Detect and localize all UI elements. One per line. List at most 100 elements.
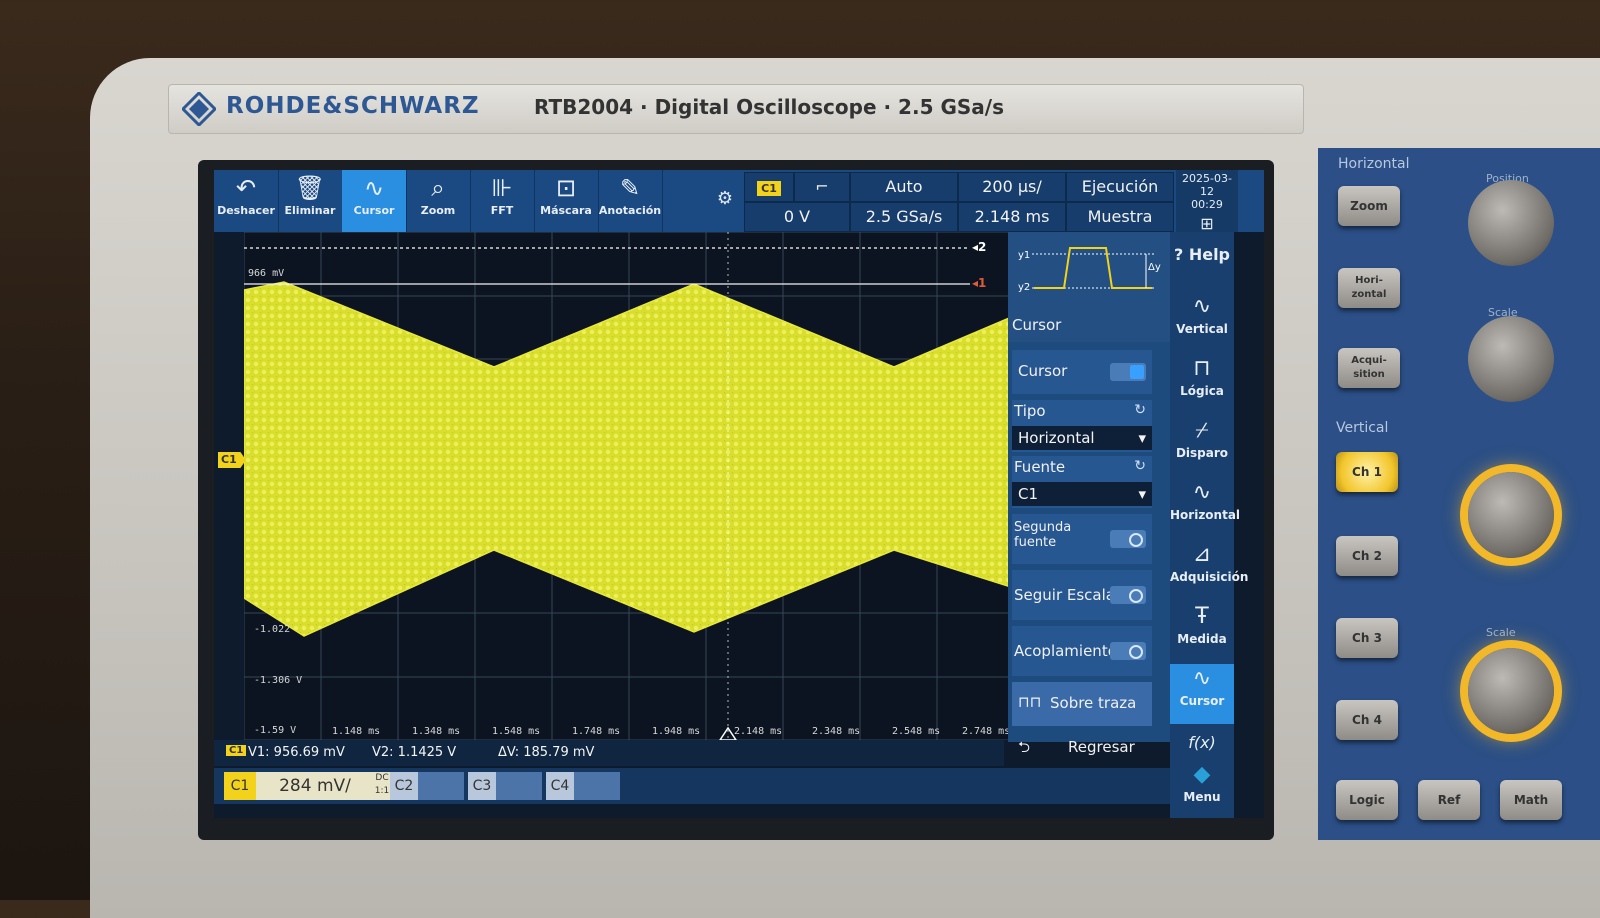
seguir-escala-toggle[interactable] xyxy=(1110,586,1146,604)
sobre-traza-button[interactable]: ⊓⊓ Sobre traza xyxy=(1012,682,1152,726)
fft-button[interactable]: ⊪ FFT xyxy=(470,170,535,232)
cursor-menu-button[interactable]: ∿ Cursor xyxy=(1170,664,1234,724)
acquisition-hw-button[interactable]: Acqui-sition xyxy=(1338,348,1400,388)
fuente-select[interactable]: C1 ▾ xyxy=(1012,482,1152,506)
brand-name: ROHDE&SCHWARZ xyxy=(226,93,480,119)
ch1-hw-button[interactable]: Ch 1 xyxy=(1336,452,1398,492)
vertical-menu-button[interactable]: ∿ Vertical xyxy=(1170,292,1234,352)
trash-icon: 🗑 xyxy=(294,174,326,202)
x-label: 2.348 ms xyxy=(812,726,861,737)
scope-screen: ↶ Deshacer 🗑 Eliminar ∿ Cursor ⌕ Zoom ⊪ … xyxy=(214,170,1264,818)
channel-1-scale[interactable]: 284 mV/ xyxy=(256,772,374,800)
timebase[interactable]: 200 µs/ xyxy=(958,172,1066,202)
horizontal-section-label: Horizontal xyxy=(1338,156,1410,172)
channel-1-button[interactable]: C1 xyxy=(224,772,256,800)
seguir-escala-row[interactable]: Seguir Escala xyxy=(1012,570,1152,620)
channel-1-offset-marker[interactable]: C1 xyxy=(218,452,246,468)
math-hw-button[interactable]: Math xyxy=(1500,780,1562,820)
cursor-2-label: ◂2 xyxy=(972,240,987,254)
measure-menu-button[interactable]: Ŧ Medida xyxy=(1170,602,1234,662)
trigger-slope[interactable]: ⌐ xyxy=(794,172,850,202)
y-label-cursor: 966 mV xyxy=(248,268,285,279)
reset-icon[interactable]: ↻ xyxy=(1134,402,1146,418)
network-icon: ⊞ xyxy=(1200,214,1214,233)
diagram-y1-label: y1 xyxy=(1018,250,1031,261)
logic-menu-button[interactable]: ⊓ Lógica xyxy=(1170,354,1234,414)
spectrum-icon: ⊪ xyxy=(491,174,513,202)
horizontal-scale-knob[interactable] xyxy=(1468,316,1554,402)
acoplamiento-row[interactable]: Acoplamiento xyxy=(1012,626,1152,676)
channel-4-button[interactable]: C4 xyxy=(546,772,574,800)
ch2-hw-button[interactable]: Ch 2 xyxy=(1336,536,1398,576)
cursor-v2: V2: 1.1425 V xyxy=(372,745,457,760)
vertical-scale-knob-label: Scale xyxy=(1486,626,1516,639)
channel-2-slot[interactable] xyxy=(418,772,464,800)
undo-button[interactable]: ↶ Deshacer xyxy=(214,170,279,232)
math-menu-button[interactable]: f(x) xyxy=(1170,728,1234,758)
ref-hw-button[interactable]: Ref xyxy=(1418,780,1480,820)
ch3-hw-button[interactable]: Ch 3 xyxy=(1336,618,1398,658)
fuente-row: Fuente ↻ C1 ▾ xyxy=(1012,456,1152,508)
acquisition-menu-button[interactable]: ⊿ Adquisición xyxy=(1170,540,1248,600)
model-name: RTB2004 · Digital Oscilloscope · 2.5 GSa… xyxy=(534,95,1004,119)
x-label: 1.548 ms xyxy=(492,726,541,737)
delete-button[interactable]: 🗑 Eliminar xyxy=(278,170,343,232)
cursor-tool-button[interactable]: ∿ Cursor xyxy=(342,170,407,232)
ch4-hw-button[interactable]: Ch 4 xyxy=(1336,700,1398,740)
signal-envelope xyxy=(244,281,1014,637)
time: 00:29 xyxy=(1191,198,1223,211)
cursor-toggle[interactable] xyxy=(1110,363,1146,381)
help-button[interactable]: ? Help xyxy=(1170,240,1234,290)
run-state[interactable]: Ejecución xyxy=(1066,172,1174,202)
zoom-button[interactable]: ⌕ Zoom xyxy=(406,170,471,232)
acquisition-mode[interactable]: Muestra xyxy=(1066,202,1174,232)
channel-3-slot[interactable] xyxy=(496,772,542,800)
cursor-toggle-row[interactable]: Cursor xyxy=(1012,350,1152,394)
channel-2-button[interactable]: C2 xyxy=(390,772,418,800)
channel-3-button[interactable]: C3 xyxy=(468,772,496,800)
y-label: -1.59 V xyxy=(254,725,297,736)
undo-icon: ↶ xyxy=(235,174,257,202)
segunda-fuente-row[interactable]: Segunda fuente xyxy=(1012,514,1152,564)
trigger-source[interactable]: C1 xyxy=(744,172,794,202)
trigger-mode[interactable]: Auto xyxy=(850,172,958,202)
pencil-icon: ✎ xyxy=(619,174,641,202)
date: 2025-03-12 xyxy=(1182,172,1232,198)
control-panel: Horizontal Position Scale Zoom Hori-zont… xyxy=(1318,148,1600,840)
horizontal-menu-button[interactable]: ∿ Horizontal xyxy=(1170,478,1240,538)
toolbar: ↶ Deshacer 🗑 Eliminar ∿ Cursor ⌕ Zoom ⊪ … xyxy=(214,170,1264,232)
regresar-button[interactable]: ⮌ Regresar xyxy=(1008,730,1170,764)
pulse-icon: ⊓⊓ xyxy=(1018,693,1042,711)
cursor-diagram: y1 y2 Δy Cursor xyxy=(1008,232,1170,342)
position-knob[interactable] xyxy=(1468,180,1554,266)
main-menu-button[interactable]: ◆ Menu xyxy=(1170,760,1234,818)
gear-icon[interactable]: ⚙ xyxy=(712,188,738,214)
waveform-plot[interactable]: ◂2 ◂1 966 mV -1.022 -1.306 V -1.59 V 1.1… xyxy=(244,232,1014,740)
acoplamiento-toggle[interactable] xyxy=(1110,642,1146,660)
cursor-icon: ∿ xyxy=(1192,666,1212,691)
logic-hw-button[interactable]: Logic xyxy=(1336,780,1398,820)
annotation-button[interactable]: ✎ Anotación xyxy=(598,170,663,232)
segunda-fuente-toggle[interactable] xyxy=(1110,530,1146,548)
side-menu-title: Cursor xyxy=(1012,316,1062,334)
sample-rate[interactable]: 2.5 GSa/s xyxy=(850,202,958,232)
right-menu: ? Help ∿ Vertical ⊓ Lógica ⌿ Disparo ∿ H… xyxy=(1170,232,1248,818)
mask-button[interactable]: ⊡ Máscara xyxy=(534,170,599,232)
horizontal-position[interactable]: 2.148 ms xyxy=(958,202,1066,232)
vertical-scale-knob[interactable] xyxy=(1468,648,1554,734)
cursor-v1: V1: 956.69 mV xyxy=(248,745,345,760)
x-label: 2.748 ms xyxy=(962,726,1011,737)
ch1-position-knob[interactable] xyxy=(1468,472,1554,558)
reset-icon[interactable]: ↻ xyxy=(1134,458,1146,474)
horizontal-hw-button[interactable]: Hori-zontal xyxy=(1338,268,1400,308)
trigger-level[interactable]: 0 V xyxy=(744,202,850,232)
cursor-measurement-bar: C1 V1: 956.69 mV V2: 1.1425 V ΔV: 185.79… xyxy=(214,740,1004,766)
trigger-menu-button[interactable]: ⌿ Disparo xyxy=(1170,416,1234,476)
cursor-side-menu: y1 y2 Δy Cursor Cursor Tipo ↻ Horizontal… xyxy=(1008,232,1170,742)
zoom-hw-button[interactable]: Zoom xyxy=(1338,186,1400,226)
channel-4-slot[interactable] xyxy=(574,772,620,800)
tipo-select[interactable]: Horizontal ▾ xyxy=(1012,426,1152,450)
acquisition-icon: ⊿ xyxy=(1192,542,1212,567)
channel-bar: C1 284 mV/ DC 1:1 C2 C3 C4 xyxy=(214,768,1170,804)
vertical-icon: ∿ xyxy=(1192,294,1212,319)
